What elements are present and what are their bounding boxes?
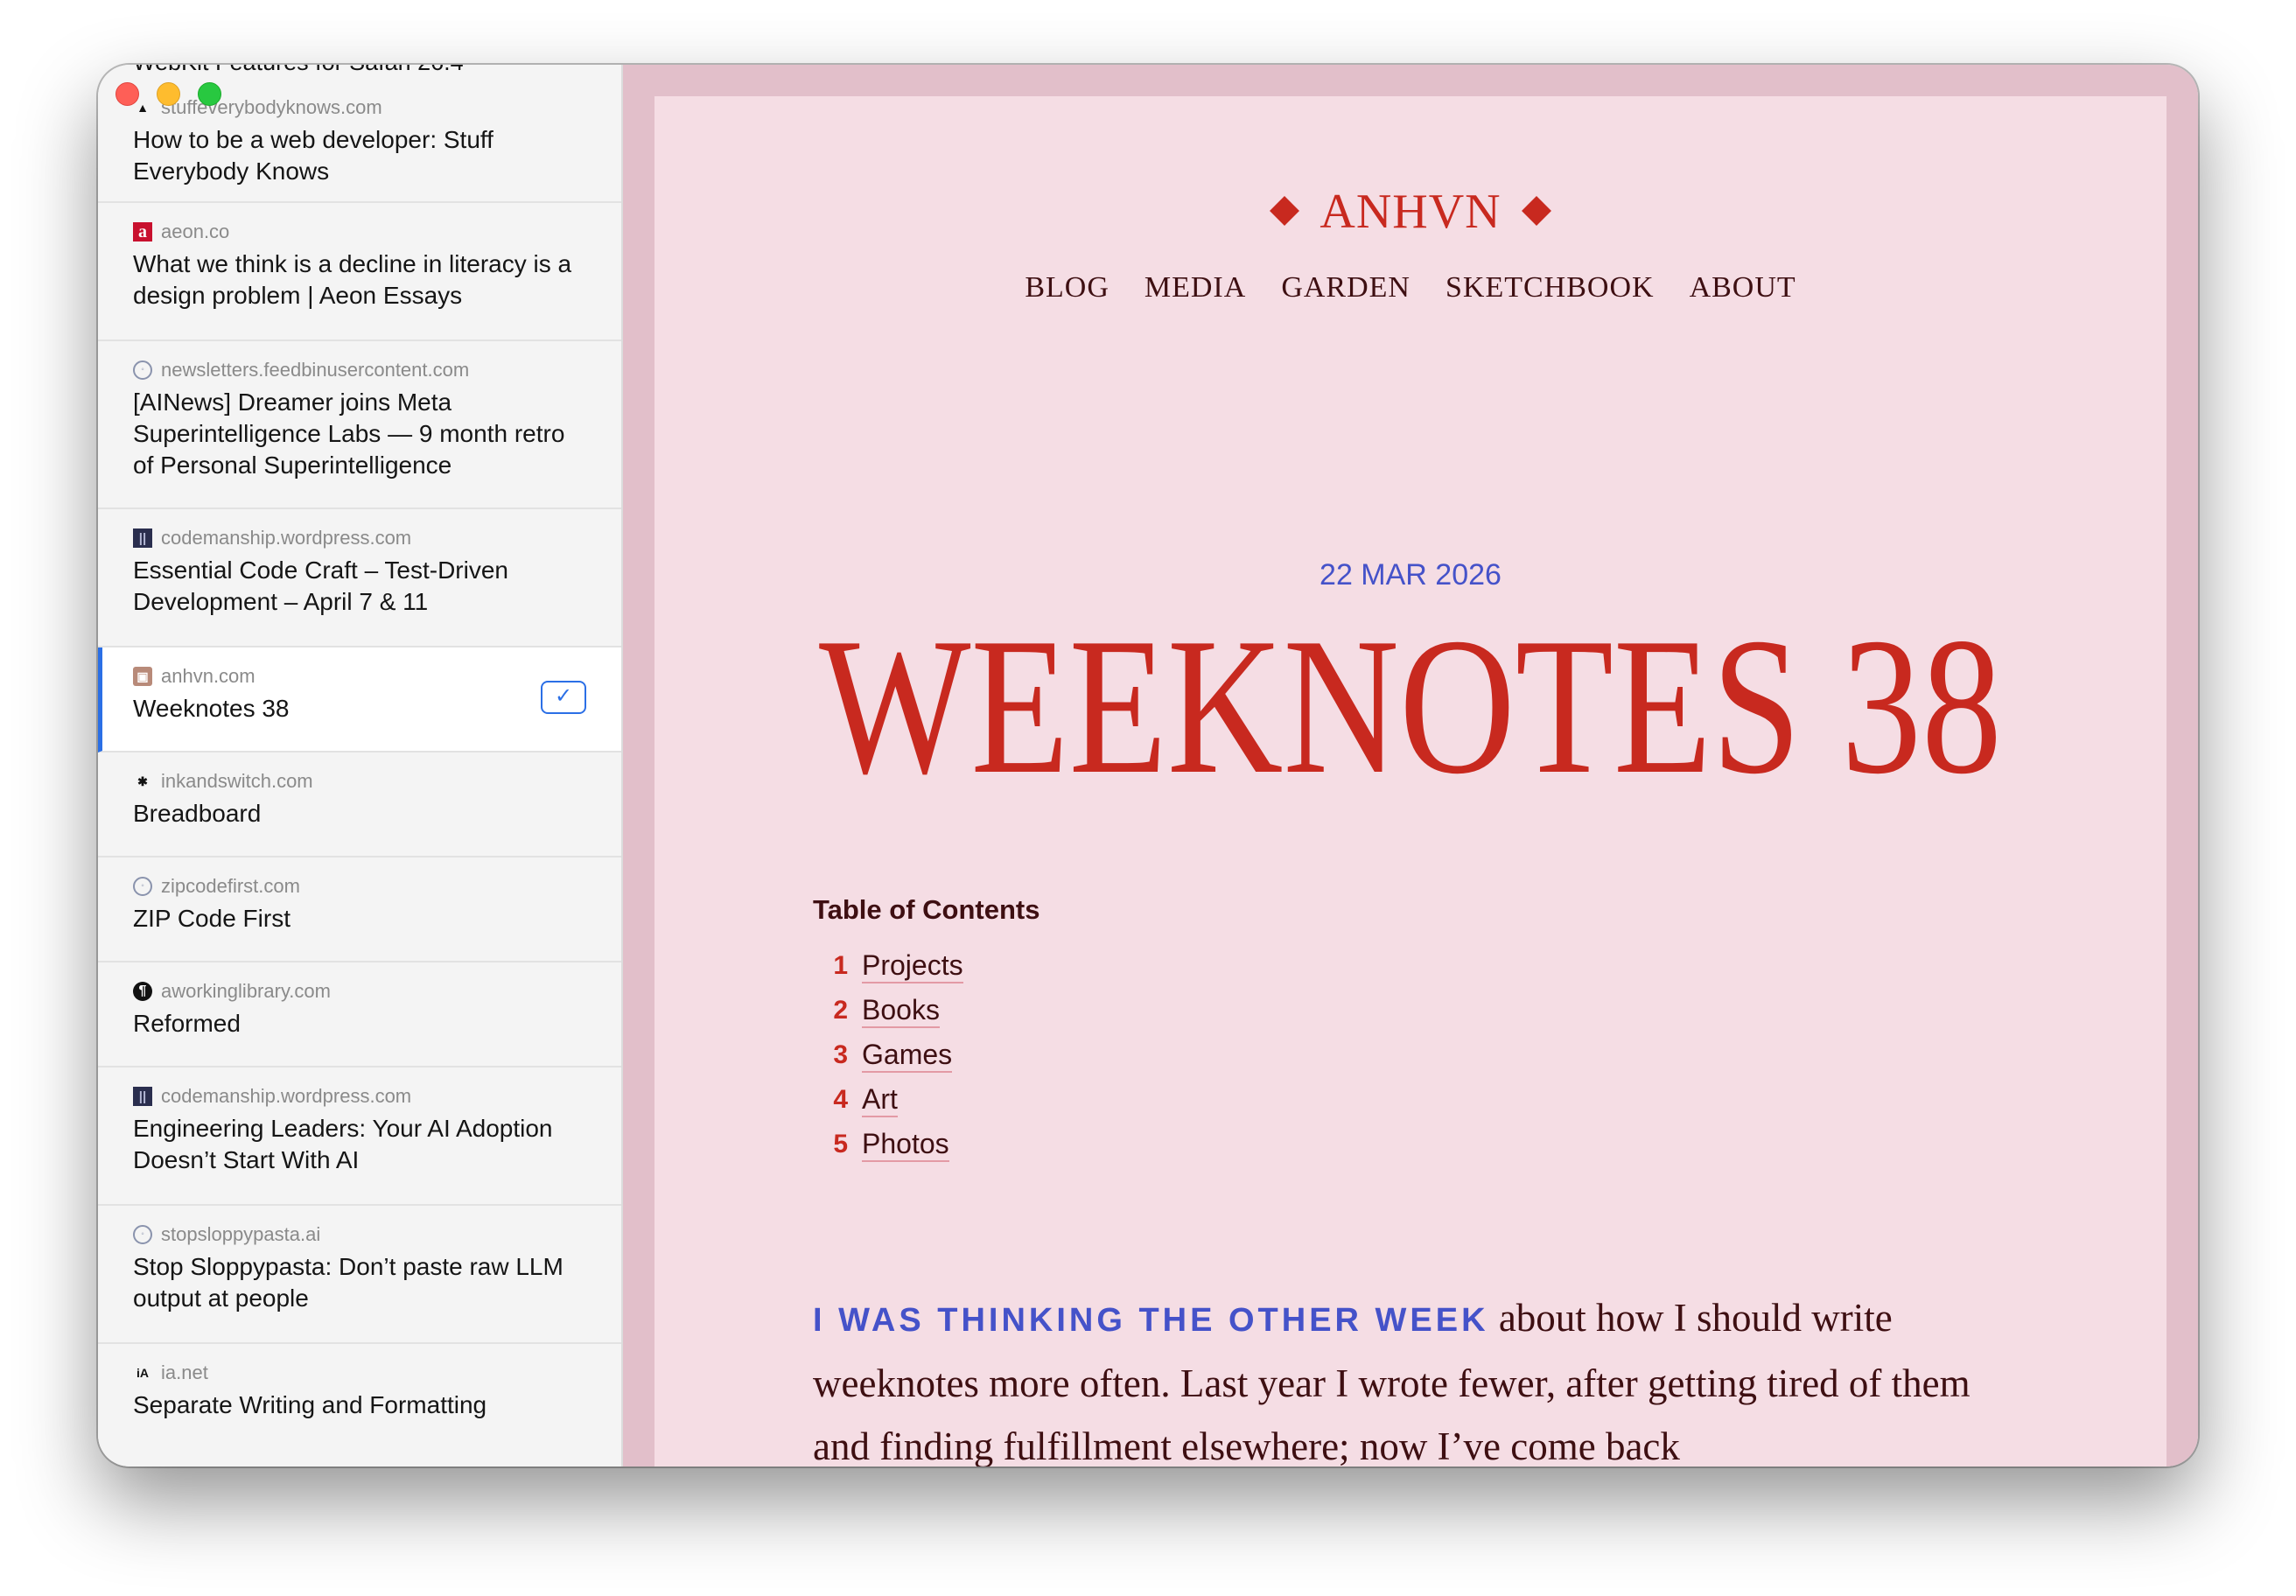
sidebar-item-codemanship-tdd[interactable]: || codemanship.wordpress.com Essential C… — [98, 509, 621, 648]
toc-link-games[interactable]: Games — [862, 1038, 953, 1073]
item-title: Reformed — [133, 1010, 241, 1037]
close-button[interactable] — [116, 82, 139, 106]
zoom-button[interactable] — [198, 82, 221, 106]
item-source: inkandswitch.com — [161, 770, 313, 792]
diamond-icon — [1270, 196, 1300, 227]
item-title: Essential Code Craft – Test-Driven Devel… — [133, 556, 508, 615]
globe-icon: ◦ — [133, 877, 152, 896]
item-title: What we think is a decline in literacy i… — [133, 250, 572, 309]
toc-number: 3 — [833, 1040, 848, 1069]
toc-number: 2 — [833, 995, 848, 1025]
item-title: Stop Sloppypasta: Don’t paste raw LLM ou… — [133, 1253, 564, 1312]
book-icon: || — [133, 1087, 152, 1106]
logo-text: ANHVN — [1320, 185, 1502, 239]
item-title: [AINews] Dreamer joins Meta Superintelli… — [133, 388, 565, 479]
sidebar-item-sloppypasta[interactable]: ◦ stopsloppypasta.ai Stop Sloppypasta: D… — [98, 1206, 621, 1344]
item-title: Engineering Leaders: Your AI Adoption Do… — [133, 1115, 553, 1173]
diamond-icon — [1521, 196, 1551, 227]
globe-icon: ◦ — [133, 1225, 152, 1244]
item-source: zipcodefirst.com — [161, 875, 300, 897]
image-icon: ▣ — [133, 667, 152, 686]
toc-item: 3 Games — [813, 1032, 963, 1077]
toc-number: 4 — [833, 1084, 848, 1114]
item-source: stopsloppypasta.ai — [161, 1223, 321, 1245]
item-title: ZIP Code First — [133, 905, 290, 932]
toc-link-art[interactable]: Art — [862, 1082, 898, 1117]
item-source: codemanship.wordpress.com — [161, 527, 412, 549]
item-title: How to be a web developer: Stuff Everybo… — [133, 126, 494, 185]
nav-about[interactable]: ABOUT — [1690, 271, 1796, 304]
item-source: aeon.co — [161, 220, 230, 242]
nav-blog[interactable]: BLOG — [1025, 271, 1110, 304]
toc-link-photos[interactable]: Photos — [862, 1127, 949, 1162]
aeon-logo-icon: a — [133, 222, 152, 242]
toc-item: 5 Photos — [813, 1122, 963, 1166]
article-view: ANHVN BLOG MEDIA GARDEN SKETCHBOOK ABOUT… — [623, 65, 2198, 1466]
item-title: Weeknotes 38 — [133, 695, 290, 722]
lead-in: I WAS THINKING THE OTHER WEEK — [813, 1302, 1489, 1339]
toc-item: 2 Books — [813, 988, 963, 1032]
book-icon: || — [133, 528, 152, 548]
ia-logo-icon: iA — [136, 1366, 149, 1380]
sidebar-item-zipcodefirst[interactable]: ◦ zipcodefirst.com ZIP Code First — [98, 858, 621, 962]
site-logo[interactable]: ANHVN — [654, 184, 2166, 240]
item-source: anhvn.com — [161, 665, 256, 687]
site-nav: BLOG MEDIA GARDEN SKETCHBOOK ABOUT — [654, 271, 2166, 304]
window-controls — [116, 82, 221, 106]
sidebar-item-breadboard[interactable]: ✱ inkandswitch.com Breadboard — [98, 752, 621, 858]
globe-icon: ◦ — [133, 360, 152, 380]
app-window: WebKit Features for Safari 26.4 ▲ stuffe… — [98, 65, 2198, 1466]
toc-link-projects[interactable]: Projects — [862, 948, 963, 984]
article-page: ANHVN BLOG MEDIA GARDEN SKETCHBOOK ABOUT… — [654, 96, 2166, 1466]
sidebar-item-reformed[interactable]: ¶ aworkinglibrary.com Reformed — [98, 962, 621, 1068]
post-title: WEEKNOTES 38 — [819, 598, 2002, 815]
read-check-button[interactable]: ✓ — [541, 681, 586, 714]
nav-sketchbook[interactable]: SKETCHBOOK — [1446, 271, 1655, 304]
sidebar-item-ia-net[interactable]: iA ia.net Separate Writing and Formattin… — [98, 1344, 621, 1466]
sidebar-item-weeknotes-selected[interactable]: ▣ anhvn.com Weeknotes 38 ✓ — [98, 648, 621, 752]
post-date: 22 MAR 2026 — [1320, 558, 1502, 592]
toc-item: 1 Projects — [813, 943, 963, 988]
ink-icon: ✱ — [137, 774, 148, 788]
nav-garden[interactable]: GARDEN — [1281, 271, 1410, 304]
minimize-button[interactable] — [157, 82, 180, 106]
sidebar-item-aeon[interactable]: a aeon.co What we think is a decline in … — [98, 203, 621, 341]
item-source: aworkinglibrary.com — [161, 980, 331, 1002]
pilcrow-icon: ¶ — [133, 982, 152, 1001]
toc-number: 5 — [833, 1129, 848, 1158]
item-title: Separate Writing and Formatting — [133, 1391, 487, 1418]
article-body: I WAS THINKING THE OTHER WEEK about how … — [813, 1286, 1977, 1466]
toc-item: 4 Art — [813, 1077, 963, 1122]
sidebar: WebKit Features for Safari 26.4 ▲ stuffe… — [98, 65, 623, 1466]
sidebar-item-ainews[interactable]: ◦ newsletters.feedbinusercontent.com [AI… — [98, 341, 621, 509]
item-source: codemanship.wordpress.com — [161, 1085, 412, 1107]
toc-link-books[interactable]: Books — [862, 993, 940, 1028]
sidebar-item-codemanship-leaders[interactable]: || codemanship.wordpress.com Engineering… — [98, 1068, 621, 1206]
toc-number: 1 — [833, 950, 848, 980]
sidebar-item-title-partial[interactable]: WebKit Features for Safari 26.4 — [133, 65, 464, 76]
item-title: Breadboard — [133, 800, 262, 827]
toc-list: 1 Projects 2 Books 3 Games 4 Art 5 Photo… — [813, 943, 963, 1166]
nav-media[interactable]: MEDIA — [1144, 271, 1246, 304]
item-source: newsletters.feedbinusercontent.com — [161, 359, 470, 381]
item-source: ia.net — [161, 1362, 208, 1383]
toc-heading: Table of Contents — [813, 894, 1040, 925]
